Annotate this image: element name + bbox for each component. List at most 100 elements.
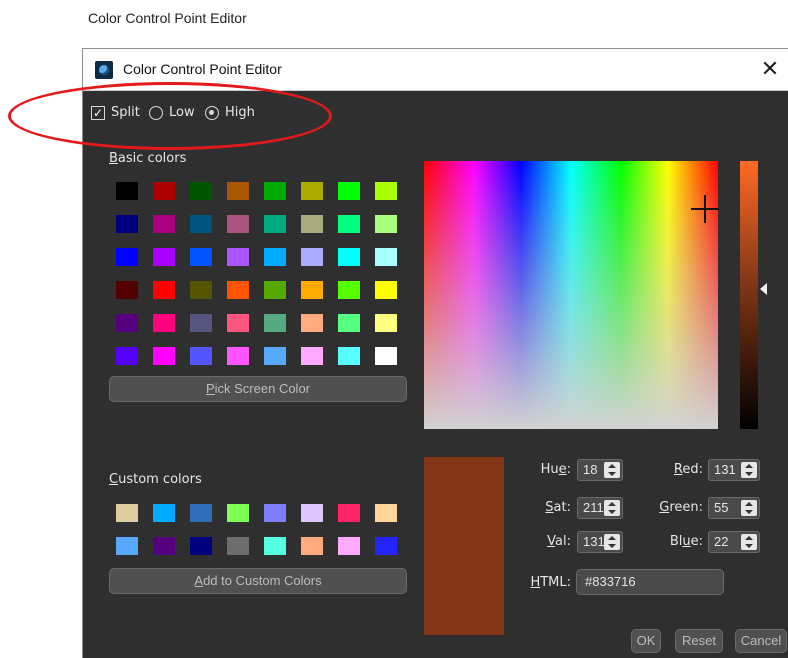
reset-button[interactable]: Reset: [675, 629, 723, 653]
basic-color-swatch[interactable]: [153, 182, 175, 200]
low-radio[interactable]: [149, 106, 163, 120]
split-checkbox[interactable]: ✓: [91, 106, 105, 120]
green-stepper-icon[interactable]: [741, 500, 757, 516]
custom-color-swatch[interactable]: [116, 504, 138, 522]
add-to-custom-colors-button[interactable]: Add to Custom Colors: [109, 568, 407, 594]
basic-color-swatch[interactable]: [153, 314, 175, 332]
hue-spinbox[interactable]: 18: [577, 459, 623, 481]
custom-color-swatch[interactable]: [375, 504, 397, 522]
basic-color-swatch[interactable]: [227, 182, 249, 200]
basic-color-swatch[interactable]: [375, 215, 397, 233]
basic-color-swatch[interactable]: [153, 215, 175, 233]
close-icon[interactable]: ✕: [755, 54, 785, 84]
custom-color-swatch[interactable]: [301, 537, 323, 555]
sat-spinbox[interactable]: 211: [577, 497, 623, 519]
basic-color-swatch[interactable]: [190, 248, 212, 266]
basic-color-swatch[interactable]: [153, 248, 175, 266]
basic-color-swatch[interactable]: [190, 314, 212, 332]
custom-color-swatch[interactable]: [301, 504, 323, 522]
custom-color-swatch[interactable]: [116, 537, 138, 555]
ok-button[interactable]: OK: [631, 629, 661, 653]
html-color-input[interactable]: #833716: [576, 569, 724, 595]
hue-saturation-picker[interactable]: [424, 161, 718, 429]
basic-color-swatch[interactable]: [264, 215, 286, 233]
html-label: HTML:: [530, 575, 571, 590]
basic-color-swatch[interactable]: [301, 314, 323, 332]
basic-color-swatch[interactable]: [375, 347, 397, 365]
color-editor-dialog: Color Control Point Editor ✕ ✓ Split Low…: [82, 48, 788, 658]
blue-spinbox[interactable]: 22: [708, 531, 760, 553]
val-spinbox[interactable]: 131: [577, 531, 623, 553]
hue-label: Hue:: [540, 462, 571, 477]
basic-color-swatch[interactable]: [264, 347, 286, 365]
basic-color-swatch[interactable]: [190, 347, 212, 365]
blue-stepper-icon[interactable]: [741, 534, 757, 550]
basic-color-swatch[interactable]: [338, 248, 360, 266]
basic-color-swatch[interactable]: [116, 314, 138, 332]
basic-color-swatch[interactable]: [338, 347, 360, 365]
basic-color-swatch[interactable]: [227, 347, 249, 365]
basic-color-swatch[interactable]: [153, 281, 175, 299]
basic-color-swatch[interactable]: [227, 314, 249, 332]
custom-color-swatch[interactable]: [264, 537, 286, 555]
hue-stepper-icon[interactable]: [604, 462, 620, 478]
custom-color-swatch[interactable]: [153, 537, 175, 555]
sat-stepper-icon[interactable]: [604, 500, 620, 516]
basic-color-swatch[interactable]: [190, 182, 212, 200]
pick-screen-color-button[interactable]: Pick Screen Color: [109, 376, 407, 402]
split-label: Split: [111, 105, 140, 120]
basic-color-swatch[interactable]: [338, 182, 360, 200]
basic-color-swatch[interactable]: [264, 281, 286, 299]
red-spinbox[interactable]: 131: [708, 459, 760, 481]
green-spinbox[interactable]: 55: [708, 497, 760, 519]
basic-color-swatch[interactable]: [375, 248, 397, 266]
basic-color-swatch[interactable]: [301, 347, 323, 365]
basic-color-swatch[interactable]: [264, 314, 286, 332]
basic-color-swatch[interactable]: [301, 215, 323, 233]
basic-color-swatch[interactable]: [116, 248, 138, 266]
val-stepper-icon[interactable]: [604, 534, 620, 550]
basic-color-swatch[interactable]: [264, 182, 286, 200]
high-radio[interactable]: [205, 106, 219, 120]
basic-color-swatch[interactable]: [190, 281, 212, 299]
basic-color-swatch[interactable]: [116, 215, 138, 233]
window-title: Color Control Point Editor: [123, 61, 282, 77]
basic-color-swatch[interactable]: [375, 281, 397, 299]
value-slider[interactable]: [740, 161, 758, 429]
basic-color-swatch[interactable]: [116, 347, 138, 365]
basic-color-swatch[interactable]: [338, 314, 360, 332]
page-caption: Color Control Point Editor: [88, 10, 247, 26]
basic-color-swatch[interactable]: [227, 215, 249, 233]
cancel-button[interactable]: Cancel: [735, 629, 787, 653]
custom-color-swatch[interactable]: [190, 504, 212, 522]
basic-color-swatch[interactable]: [264, 248, 286, 266]
title-bar: Color Control Point Editor ✕: [83, 49, 788, 91]
basic-color-swatch[interactable]: [153, 347, 175, 365]
custom-color-swatch[interactable]: [338, 537, 360, 555]
basic-color-swatch[interactable]: [301, 281, 323, 299]
custom-color-swatch[interactable]: [153, 504, 175, 522]
basic-color-swatch[interactable]: [116, 281, 138, 299]
basic-color-swatch[interactable]: [301, 182, 323, 200]
custom-color-swatch[interactable]: [264, 504, 286, 522]
basic-color-swatch[interactable]: [338, 215, 360, 233]
hue-value: 18: [583, 462, 598, 477]
custom-color-swatch[interactable]: [190, 537, 212, 555]
current-color-preview: [424, 457, 504, 635]
basic-color-swatch[interactable]: [227, 248, 249, 266]
basic-color-swatch[interactable]: [375, 182, 397, 200]
blue-value: 22: [714, 534, 729, 549]
basic-color-swatch[interactable]: [190, 215, 212, 233]
basic-color-swatch[interactable]: [338, 281, 360, 299]
custom-color-swatch[interactable]: [375, 537, 397, 555]
red-value: 131: [714, 462, 736, 477]
custom-color-swatch[interactable]: [227, 504, 249, 522]
basic-color-swatch[interactable]: [301, 248, 323, 266]
basic-color-swatch[interactable]: [227, 281, 249, 299]
basic-color-swatch[interactable]: [116, 182, 138, 200]
red-stepper-icon[interactable]: [741, 462, 757, 478]
value-slider-arrow-icon[interactable]: [760, 283, 767, 295]
custom-color-swatch[interactable]: [338, 504, 360, 522]
basic-color-swatch[interactable]: [375, 314, 397, 332]
custom-color-swatch[interactable]: [227, 537, 249, 555]
